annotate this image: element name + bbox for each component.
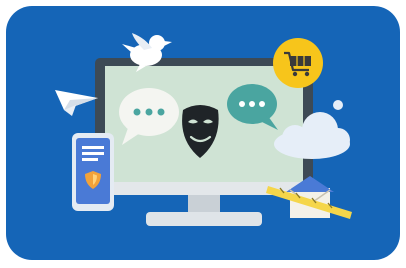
- smartphone-icon: [72, 133, 114, 211]
- online-communication-illustration: [6, 6, 400, 260]
- illustration-canvas: [0, 0, 406, 268]
- shopping-cart-icon: [273, 38, 323, 88]
